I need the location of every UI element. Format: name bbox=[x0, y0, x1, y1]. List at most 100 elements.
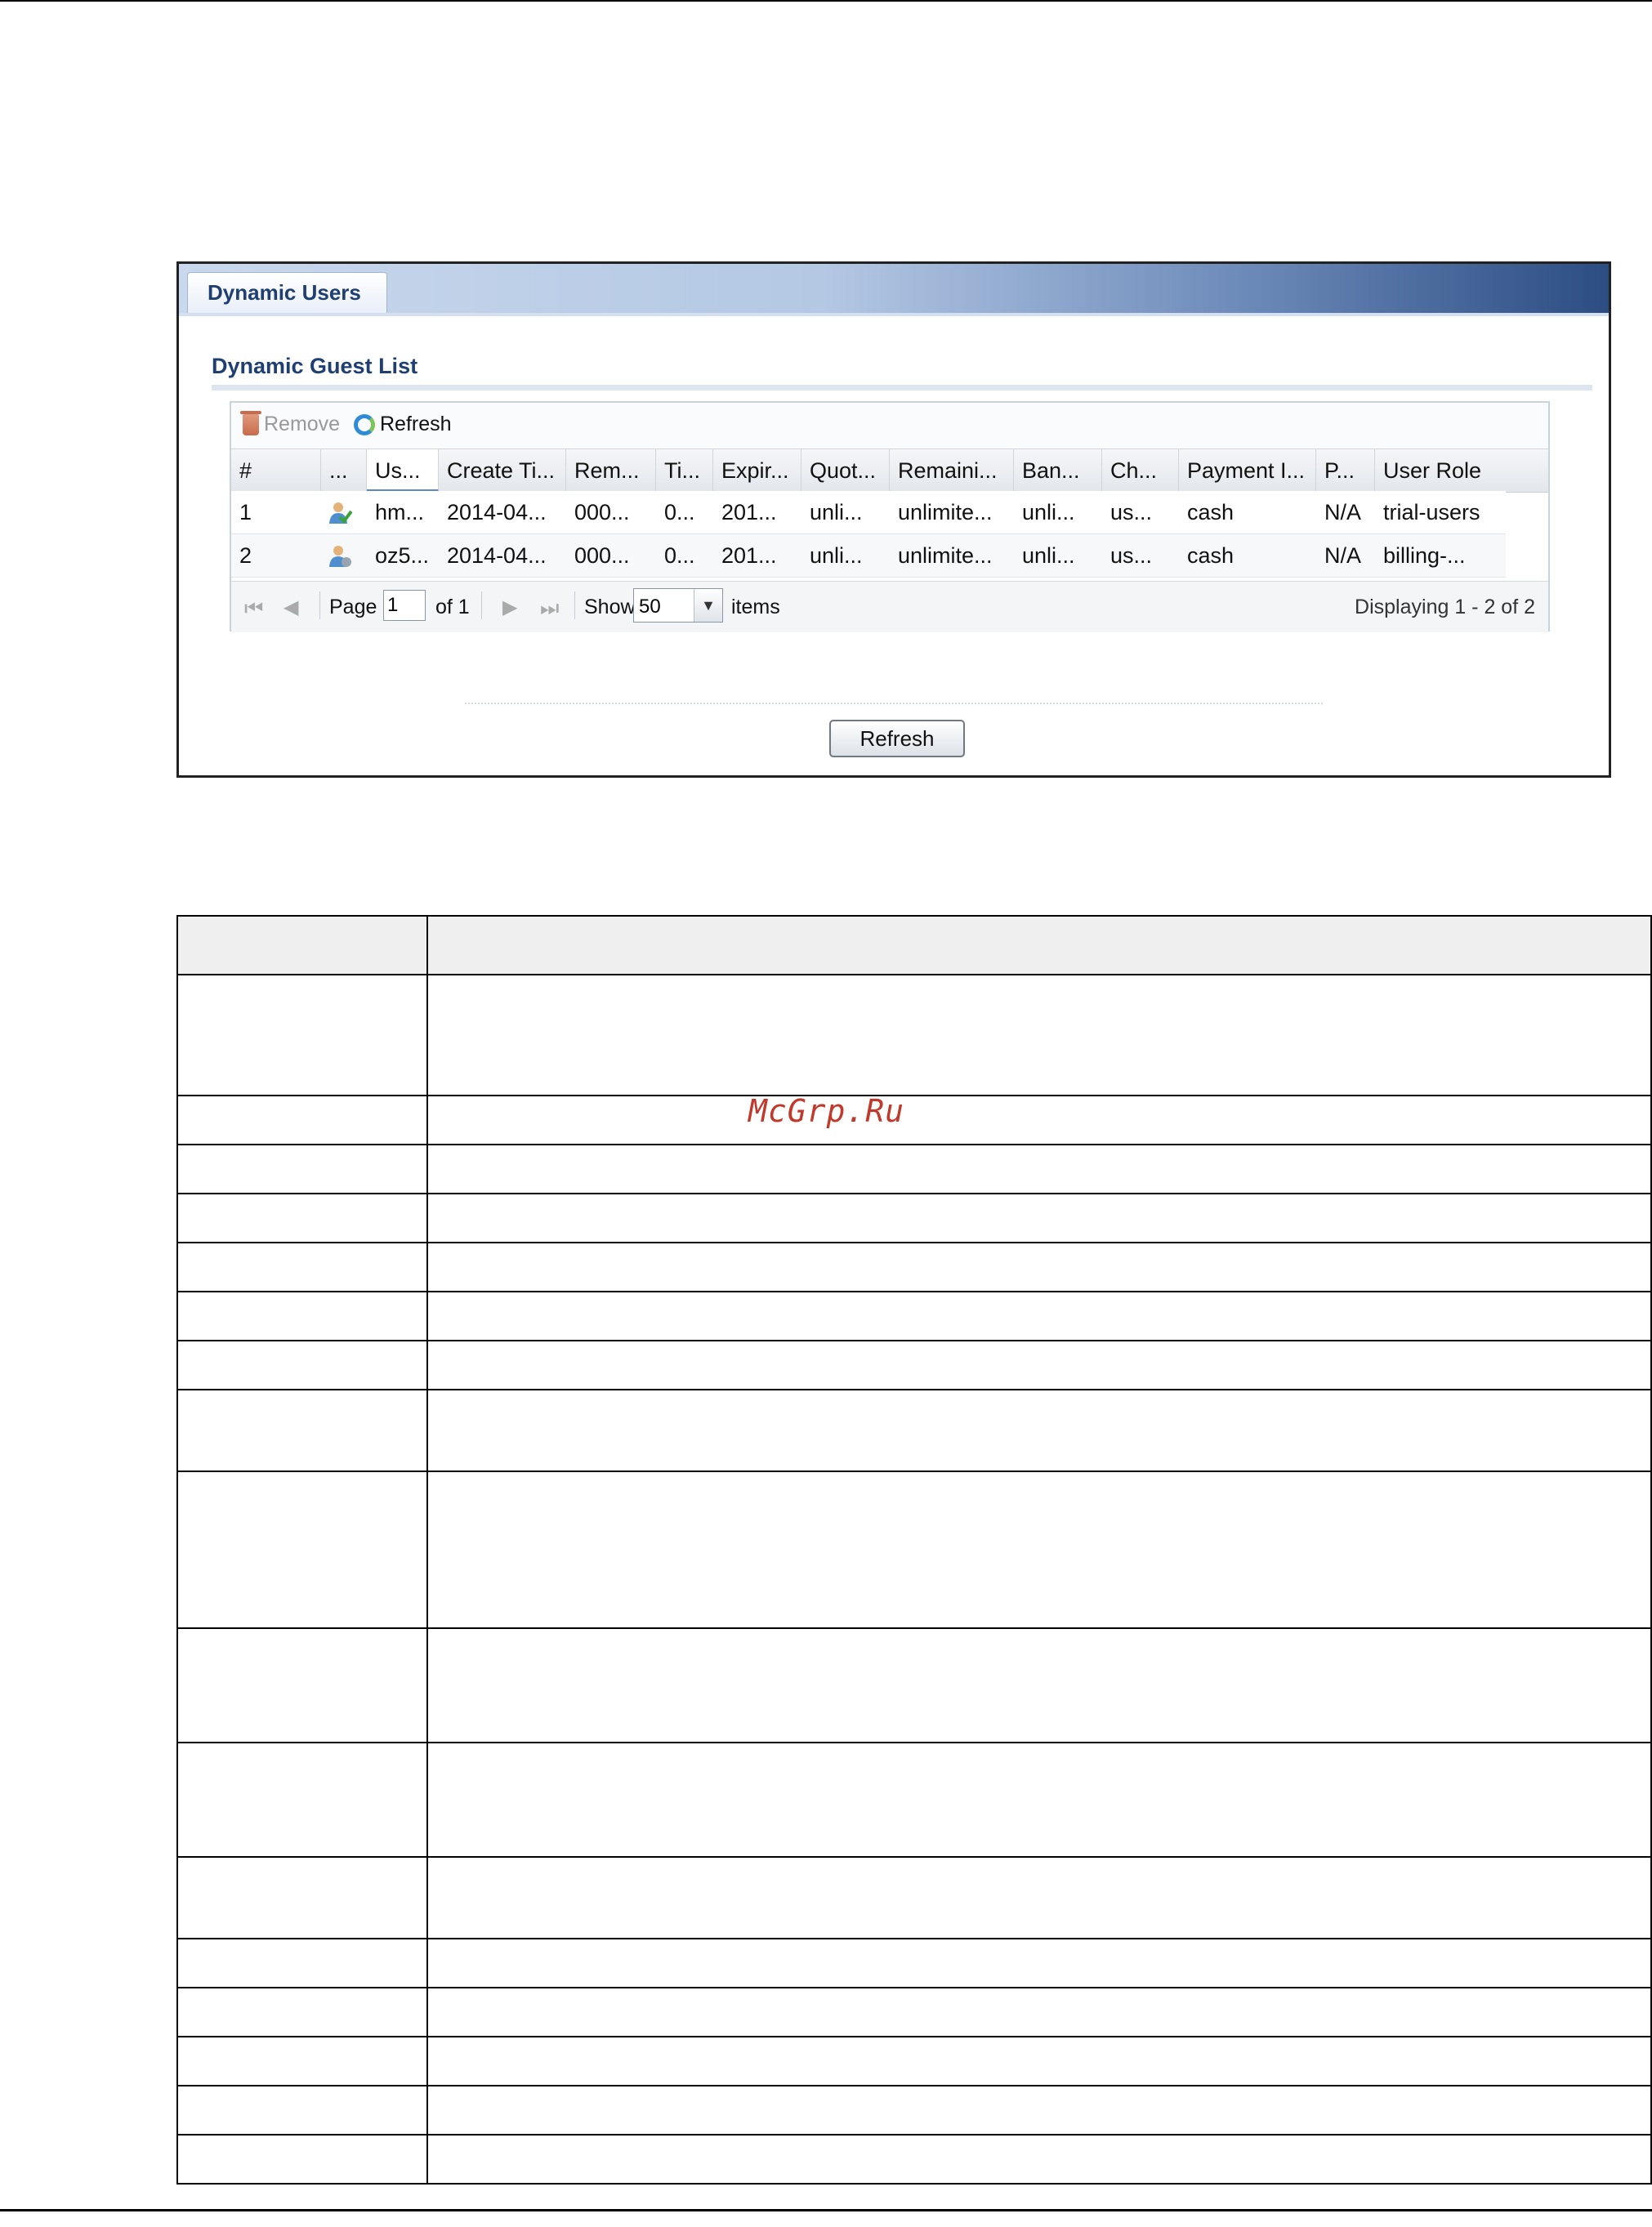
grid-toolbar: Remove Refresh bbox=[231, 403, 1548, 449]
col-header-remaining[interactable]: Rem... bbox=[566, 449, 656, 492]
cell-payment: cash bbox=[1187, 543, 1235, 568]
col-header-p[interactable]: P... bbox=[1316, 449, 1375, 492]
pagination-bar: ⏮ ◀ Page 1 of 1 ▶ ⏭ Show 50 ▼ items Disp… bbox=[231, 581, 1548, 632]
cell-p: N/A bbox=[1324, 543, 1362, 568]
page-top-rule bbox=[0, 0, 1652, 2]
pager-separator bbox=[481, 591, 482, 619]
col-header-expire[interactable]: Expir... bbox=[713, 449, 801, 492]
cell-remaining-quota: unlimite... bbox=[898, 500, 993, 524]
table-row bbox=[176, 1144, 1652, 1194]
cell-expire: 201... bbox=[721, 543, 777, 568]
cell-charge: us... bbox=[1110, 500, 1153, 524]
cell-quota: unli... bbox=[810, 500, 863, 524]
chevron-down-icon[interactable]: ▼ bbox=[694, 589, 722, 622]
col-header-status[interactable]: ... bbox=[321, 449, 367, 492]
tab-dynamic-users[interactable]: Dynamic Users bbox=[187, 272, 387, 313]
remove-button-label: Remove bbox=[264, 413, 341, 435]
toolbar-refresh-label: Refresh bbox=[380, 413, 452, 435]
page-count-label: of 1 bbox=[435, 596, 470, 618]
refresh-button[interactable]: Refresh bbox=[829, 720, 965, 757]
trash-icon bbox=[240, 410, 261, 435]
col-header-number[interactable]: # bbox=[231, 449, 321, 492]
pager-separator bbox=[319, 591, 320, 619]
col-header-user[interactable]: Us... bbox=[367, 449, 439, 492]
col-header-bandwidth[interactable]: Ban... bbox=[1014, 449, 1102, 492]
col-header-payment[interactable]: Payment I... bbox=[1179, 449, 1316, 492]
cell-time: 0... bbox=[664, 500, 695, 524]
cell-payment: cash bbox=[1187, 500, 1235, 524]
table-row bbox=[176, 1389, 1652, 1472]
col-header-charge[interactable]: Ch... bbox=[1102, 449, 1179, 492]
table-header-row bbox=[176, 915, 1652, 975]
cell-bandwidth: unli... bbox=[1022, 543, 1075, 568]
row-number: 1 bbox=[239, 500, 252, 524]
pager-separator bbox=[574, 591, 575, 619]
cell-p: N/A bbox=[1324, 500, 1362, 524]
table-row bbox=[176, 1742, 1652, 1858]
table-row bbox=[176, 1987, 1652, 2037]
description-table bbox=[176, 915, 1652, 2185]
page-number-input[interactable]: 1 bbox=[383, 590, 426, 621]
next-page-icon[interactable]: ▶ bbox=[502, 596, 517, 619]
cell-create-time: 2014-04... bbox=[447, 500, 547, 524]
section-title: Dynamic Guest List bbox=[212, 354, 418, 378]
table-row bbox=[176, 2036, 1652, 2086]
cell-remaining: 000... bbox=[574, 500, 630, 524]
table-row bbox=[176, 1856, 1652, 1939]
items-label: items bbox=[731, 596, 780, 618]
col-header-create-time[interactable]: Create Ti... bbox=[439, 449, 566, 492]
cell-create-time: 2014-04... bbox=[447, 543, 547, 568]
table-row bbox=[176, 974, 1652, 1096]
label-column-header bbox=[176, 915, 428, 975]
col-header-remaining-quota[interactable]: Remaini... bbox=[890, 449, 1014, 492]
section-divider bbox=[212, 385, 1592, 391]
table-row[interactable]: 2 oz5... 2014-04... 000... 0... 201... u… bbox=[231, 534, 1506, 578]
col-header-time[interactable]: Ti... bbox=[656, 449, 713, 492]
table-row bbox=[176, 1340, 1652, 1390]
table-row bbox=[176, 2134, 1652, 2185]
items-per-page-select[interactable]: 50 ▼ bbox=[633, 588, 723, 623]
table-row bbox=[176, 1242, 1652, 1292]
cell-bandwidth: unli... bbox=[1022, 500, 1075, 524]
dotted-divider bbox=[465, 703, 1323, 704]
table-row[interactable]: 1 hm... 2014-04... 000... 0... 201... un… bbox=[231, 491, 1506, 534]
col-header-quota[interactable]: Quot... bbox=[801, 449, 890, 492]
cell-remaining: 000... bbox=[574, 543, 630, 568]
cell-user: oz5... bbox=[375, 543, 430, 568]
description-column-header bbox=[426, 915, 1652, 975]
cell-expire: 201... bbox=[721, 500, 777, 524]
table-row bbox=[176, 1095, 1652, 1145]
cell-quota: unli... bbox=[810, 543, 863, 568]
remove-button[interactable]: Remove bbox=[240, 410, 341, 436]
displaying-count: Displaying 1 - 2 of 2 bbox=[1355, 596, 1535, 618]
items-per-page-value: 50 bbox=[639, 596, 661, 618]
cell-user: hm... bbox=[375, 500, 425, 524]
guest-list-grid: Remove Refresh # ... Us... Create Ti... … bbox=[230, 401, 1550, 632]
page-label: Page bbox=[329, 596, 377, 618]
cell-user-role: billing-... bbox=[1383, 543, 1466, 568]
cell-remaining-quota: unlimite... bbox=[898, 543, 993, 568]
row-number: 2 bbox=[239, 543, 252, 568]
user-icon bbox=[329, 546, 351, 567]
toolbar-refresh-button[interactable]: Refresh bbox=[354, 413, 452, 436]
first-page-icon[interactable]: ⏮ bbox=[244, 596, 263, 622]
col-header-user-role[interactable]: User Role bbox=[1375, 449, 1552, 492]
table-row bbox=[176, 1291, 1652, 1341]
previous-page-icon[interactable]: ◀ bbox=[284, 596, 298, 619]
last-page-icon[interactable]: ⏭ bbox=[540, 596, 559, 622]
page-bottom-rule bbox=[0, 2209, 1652, 2211]
table-row bbox=[176, 1938, 1652, 1988]
cell-charge: us... bbox=[1110, 543, 1153, 568]
table-row bbox=[176, 2085, 1652, 2136]
cell-user-role: trial-users bbox=[1383, 500, 1480, 524]
dynamic-users-window: Dynamic Users Dynamic Guest List Remove … bbox=[176, 261, 1611, 778]
watermark: McGrp.Ru bbox=[748, 1093, 905, 1129]
table-row bbox=[176, 1193, 1652, 1243]
online-user-icon bbox=[329, 502, 352, 524]
table-row bbox=[176, 1627, 1652, 1743]
cell-time: 0... bbox=[664, 543, 695, 568]
refresh-icon bbox=[354, 413, 375, 435]
table-row bbox=[176, 1471, 1652, 1629]
tab-bar: Dynamic Users bbox=[179, 264, 1609, 316]
show-label: Show bbox=[584, 596, 636, 618]
